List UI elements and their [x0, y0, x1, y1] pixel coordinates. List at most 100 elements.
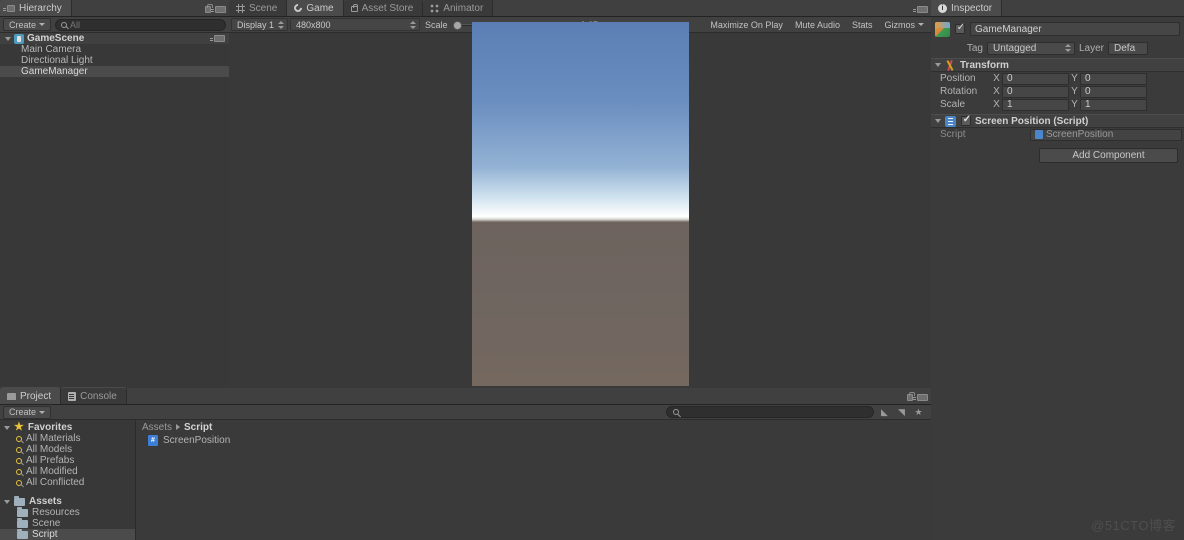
asset-item-label: ScreenPosition — [163, 435, 231, 446]
project-tree-resources[interactable]: Resources — [0, 506, 135, 518]
project-tree-all-prefabs[interactable]: All Prefabs — [0, 455, 135, 466]
scene-context-menu-icon[interactable] — [210, 35, 225, 42]
tab-console[interactable]: Console — [61, 387, 127, 404]
project-tree-all-models[interactable]: All Models — [0, 444, 135, 455]
tag-label: Tag — [966, 42, 983, 54]
search-icon — [16, 468, 22, 475]
hierarchy-item-gamemanager[interactable]: GameManager — [0, 66, 229, 77]
tree-item-label: All Models — [26, 444, 73, 455]
scale-x-field[interactable]: 1 — [1002, 98, 1069, 111]
scale-slider-knob[interactable] — [452, 20, 462, 30]
position-y-field[interactable]: 0 — [1080, 72, 1147, 85]
gameobject-enabled-checkbox[interactable] — [955, 22, 966, 34]
script-object-field[interactable]: ScreenPosition — [1030, 128, 1182, 141]
chevron-down-icon — [39, 23, 46, 26]
chevron-down-icon — [918, 23, 924, 26]
asset-item-screenposition[interactable]: # ScreenPosition — [136, 434, 931, 447]
add-component-button[interactable]: Add Component — [1039, 148, 1178, 163]
project-tree-all-materials[interactable]: All Materials — [0, 433, 135, 444]
component-header-screen-position[interactable]: Screen Position (Script) — [931, 114, 1184, 128]
panel-menu-icon[interactable] — [913, 394, 928, 401]
panel-menu-icon[interactable] — [211, 6, 226, 13]
dropdown-stepper-icon — [409, 20, 417, 30]
gameobject-name-value: GameManager — [975, 23, 1042, 35]
watermark: @51CTO博客 — [1091, 518, 1176, 533]
tag-dropdown[interactable]: Untagged — [987, 41, 1075, 55]
project-tabbar-controls — [907, 392, 928, 401]
project-toolbar: Create ◣ ◥ ★ — [0, 405, 931, 420]
project-tree-assets[interactable]: Assets — [0, 495, 135, 507]
display-dropdown[interactable]: Display 1 — [231, 18, 288, 31]
filter-by-label-icon[interactable]: ◥ — [895, 406, 908, 418]
dropdown-stepper-icon — [277, 20, 285, 30]
hierarchy-item-directional-light[interactable]: Directional Light — [0, 55, 229, 66]
project-panel: Project Console Create ◣ ◥ ★ ★ Favorites… — [0, 387, 931, 540]
position-x-field[interactable]: 0 — [1002, 72, 1069, 85]
gameobject-cube-icon — [935, 21, 950, 37]
layer-dropdown[interactable]: Defa — [1108, 41, 1149, 55]
project-create-button[interactable]: Create — [3, 405, 52, 419]
hierarchy-item-gamescene[interactable]: GameScene — [0, 33, 229, 44]
tab-hierarchy[interactable]: Hierarchy — [0, 0, 72, 16]
hierarchy-search-input[interactable]: All — [55, 18, 226, 31]
folder-icon — [17, 517, 28, 528]
create-button-label: Create — [9, 19, 37, 30]
tab-inspector[interactable]: i Inspector — [931, 0, 1003, 16]
rotation-x-field[interactable]: 0 — [1002, 85, 1069, 98]
game-render-surface[interactable] — [472, 22, 689, 386]
tab-project[interactable]: Project — [0, 387, 62, 404]
row-label: Position — [940, 73, 976, 84]
project-tree-favorites[interactable]: ★ Favorites — [0, 422, 135, 433]
component-enabled-checkbox[interactable] — [961, 114, 972, 126]
project-search-input[interactable] — [666, 406, 874, 418]
gameobject-name-field[interactable]: GameManager — [970, 22, 1180, 36]
tab-asset-store[interactable]: Asset Store — [343, 0, 424, 16]
expand-arrow-icon[interactable] — [4, 499, 10, 504]
hierarchy-item-label: Directional Light — [21, 55, 93, 66]
csharp-script-icon: # — [148, 435, 158, 446]
row-label: Rotation — [940, 86, 978, 97]
filter-favorites-icon[interactable]: ★ — [912, 406, 925, 418]
tree-item-label: Resources — [32, 507, 80, 518]
hierarchy-item-main-camera[interactable]: Main Camera — [0, 44, 229, 55]
filter-by-type-icon[interactable]: ◣ — [878, 406, 891, 418]
project-tree-scene[interactable]: Scene — [0, 517, 135, 529]
hierarchy-toolbar: Create All — [0, 17, 229, 33]
tree-item-label: Scene — [32, 518, 61, 529]
tab-scene[interactable]: Scene — [229, 0, 288, 16]
hierarchy-tabbar: Hierarchy — [0, 0, 229, 17]
scene-icon — [14, 33, 24, 44]
panel-menu-icon[interactable] — [913, 6, 928, 13]
project-tree-script[interactable]: Script — [0, 528, 135, 540]
create-button[interactable]: Create — [3, 18, 52, 31]
inspector-tabbar: i Inspector — [931, 0, 1184, 17]
breadcrumb-root[interactable]: Assets — [142, 422, 172, 433]
maximize-on-play-toggle[interactable]: Maximize On Play — [705, 18, 788, 31]
display-dropdown-value: Display 1 — [237, 19, 275, 30]
project-tree-all-conflicted[interactable]: All Conflicted — [0, 477, 135, 488]
stats-toggle[interactable]: Stats — [847, 18, 878, 31]
position-y-value: 0 — [1085, 73, 1091, 84]
expand-arrow-icon[interactable] — [935, 119, 941, 123]
rotation-y-value: 0 — [1085, 86, 1091, 97]
search-icon — [16, 446, 22, 453]
rotation-y-field[interactable]: 0 — [1080, 85, 1147, 98]
gizmos-dropdown[interactable]: Gizmos — [879, 18, 929, 31]
tab-inspector-label: Inspector — [951, 2, 993, 14]
tab-game[interactable]: Game — [287, 0, 344, 16]
tab-animator-label: Animator — [443, 2, 484, 14]
hierarchy-tree: GameScene Main Camera Directional Light … — [0, 33, 229, 77]
component-header-transform[interactable]: Transform — [931, 58, 1184, 72]
expand-arrow-icon[interactable] — [5, 36, 11, 41]
resolution-dropdown[interactable]: 480x800 — [290, 18, 420, 31]
expand-arrow-icon[interactable] — [935, 63, 941, 67]
project-tree-all-modified[interactable]: All Modified — [0, 466, 135, 477]
expand-arrow-icon[interactable] — [4, 425, 10, 430]
mute-audio-toggle[interactable]: Mute Audio — [790, 18, 845, 31]
tab-animator[interactable]: Animator — [423, 0, 494, 16]
tree-item-label: Favorites — [27, 422, 73, 433]
project-tree: ★ Favorites All Materials All Models All… — [0, 420, 136, 540]
game-view-panel: Scene Game Asset Store Animator Display … — [229, 0, 931, 388]
scale-y-field[interactable]: 1 — [1080, 98, 1147, 111]
tab-project-label: Project — [20, 390, 52, 402]
